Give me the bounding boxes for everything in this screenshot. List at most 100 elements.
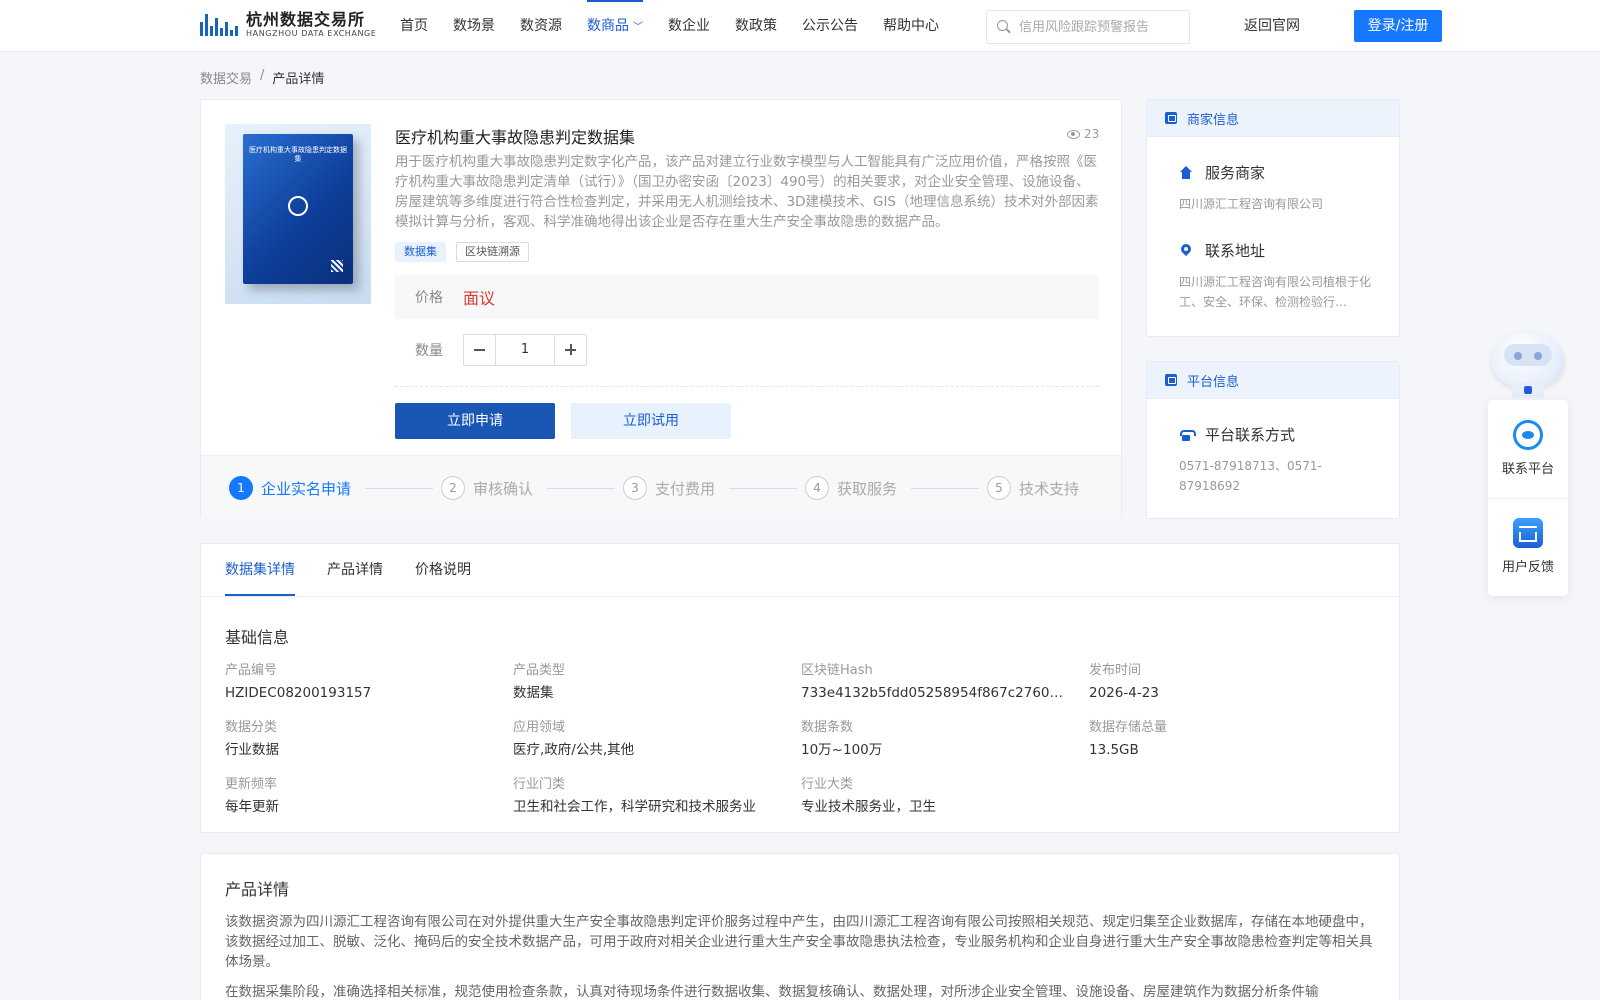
step-1: 1 企业实名申请 [229, 476, 351, 500]
search-box[interactable] [986, 10, 1190, 44]
product-detail-title: 产品详情 [225, 880, 290, 899]
price-value: 面议 [463, 289, 496, 308]
process-steps: 1 企业实名申请 2 审核确认 3 支付费用 4 获取服务 5 技术支持 [201, 455, 1121, 519]
product-cover: 医疗机构重大事故隐患判定数据集 [243, 134, 353, 284]
detail-tabs: 数据集详情 产品详情 价格说明 [225, 544, 503, 596]
tag-blockchain: 区块链溯源 [456, 242, 529, 262]
login-register-button[interactable]: 登录/注册 [1354, 10, 1442, 42]
field-industry-sector: 行业门类 卫生和社会工作，科学研究和技术服务业 [513, 777, 756, 815]
field-storage-size: 数据存储总量 13.5GB [1089, 720, 1168, 758]
step-label: 获取服务 [837, 479, 898, 498]
step-label: 支付费用 [655, 479, 716, 498]
quantity-value[interactable]: 1 [495, 335, 555, 365]
step-connector [911, 488, 979, 489]
step-2: 2 审核确认 [441, 476, 533, 500]
merchant-heading: 商家信息 [1187, 112, 1240, 128]
step-label: 技术支持 [1019, 479, 1080, 498]
basic-info-grid: 产品编号 HZIDEC08200193157 产品类型 数据集 区块链Hash 733… [225, 662, 1377, 818]
platform-contact-value: 0571-87918713、0571-87918692 [1179, 459, 1322, 493]
platform-header: 平台信息 [1147, 362, 1399, 399]
quantity-row: 数量 1 [415, 334, 587, 366]
chevron-down-icon: ﹀ [633, 22, 643, 33]
nav-enterprises[interactable]: 数企业 [668, 0, 710, 52]
service-merchant-title: 服务商家 [1179, 162, 1265, 183]
view-count: 23 [1067, 127, 1099, 141]
main-nav: 首页 数场景 数资源 数商品 ﹀ 数企业 数政策 公示公告 帮助中心 [400, 0, 964, 52]
merchant-card: 商家信息 服务商家 四川源汇工程咨询有限公司 联系地址 四川源汇工程咨询有限公司… [1146, 99, 1400, 337]
tab-product-details[interactable]: 产品详情 [327, 544, 383, 596]
nav-announcements[interactable]: 公示公告 [802, 0, 858, 52]
logo-title: 杭州数据交易所 [246, 10, 366, 29]
top-header: 杭州数据交易所 HANGZHOU DATA EXCHANGE 首页 数场景 数资… [0, 0, 1600, 52]
price-label: 价格 [415, 290, 443, 306]
step-number: 1 [229, 476, 253, 500]
floating-panel: 联系平台 用户反馈 [1488, 400, 1568, 596]
plus-icon[interactable] [555, 335, 586, 365]
breadcrumb-root[interactable]: 数据交易 [200, 68, 252, 87]
service-merchant-label: 服务商家 [1205, 164, 1266, 182]
quantity-stepper: 1 [463, 334, 587, 366]
step-connector [365, 488, 433, 489]
apply-now-button[interactable]: 立即申请 [395, 403, 555, 439]
contact-address-label: 联系地址 [1205, 242, 1266, 260]
field-blockchain-hash: 区块链Hash 733e4132b5fdd05258954f867c27603d8… [801, 663, 1071, 701]
contact-address-title: 联系地址 [1179, 240, 1265, 261]
contact-platform-button[interactable]: 联系平台 [1488, 420, 1568, 477]
product-detail-paragraph: 该数据资源为四川源汇工程咨询有限公司在对外提供重大生产安全事故隐患判定评价服务过… [225, 914, 1373, 970]
step-number: 2 [441, 476, 465, 500]
step-connector [547, 488, 615, 489]
nav-help[interactable]: 帮助中心 [883, 0, 939, 52]
service-merchant-value: 四川源汇工程咨询有限公司 [1179, 197, 1324, 211]
product-title: 医疗机构重大事故隐患判定数据集 [395, 128, 636, 147]
tab-price-notes[interactable]: 价格说明 [415, 544, 471, 596]
minus-icon[interactable] [464, 335, 495, 365]
contact-address-value: 四川源汇工程咨询有限公司植根于化工、安全、环保、检测检验行… [1179, 275, 1372, 309]
view-count-value: 23 [1084, 127, 1100, 141]
headset-icon [1513, 420, 1543, 450]
field-product-id: 产品编号 HZIDEC08200193157 [225, 663, 372, 701]
phone-icon [1179, 428, 1196, 442]
field-product-type: 产品类型 数据集 [513, 663, 566, 701]
merchant-header: 商家信息 [1147, 100, 1399, 137]
breadcrumb: 数据交易 / 产品详情 [200, 68, 324, 87]
step-connector [729, 488, 797, 489]
user-feedback-button[interactable]: 用户反馈 [1488, 518, 1568, 575]
logo-mark-icon [200, 12, 242, 38]
step-number: 4 [805, 476, 829, 500]
nav-resources[interactable]: 数资源 [520, 0, 562, 52]
platform-heading: 平台信息 [1187, 374, 1240, 390]
step-5: 5 技术支持 [987, 476, 1079, 500]
step-label: 审核确认 [473, 479, 534, 498]
quantity-label: 数量 [415, 343, 443, 359]
platform-card: 平台信息 平台联系方式 0571-87918713、0571-87918692 [1146, 361, 1400, 519]
price-row: 价格 面议 [395, 275, 1099, 319]
site-logo[interactable]: 杭州数据交易所 HANGZHOU DATA EXCHANGE [200, 10, 376, 40]
divider [201, 596, 1399, 597]
product-cover-title: 医疗机构重大事故隐患判定数据集 [249, 146, 347, 163]
breadcrumb-current: 产品详情 [272, 72, 325, 87]
step-4: 4 获取服务 [805, 476, 897, 500]
step-3: 3 支付费用 [623, 476, 715, 500]
monitor-icon [1165, 374, 1177, 386]
field-application-domain: 应用领域 医疗,政府/公共,其他 [513, 720, 635, 758]
back-to-official-link[interactable]: 返回官网 [1244, 0, 1300, 52]
step-label: 企业实名申请 [261, 479, 352, 498]
search-input[interactable] [1019, 19, 1179, 35]
assistant-robot-icon[interactable] [1486, 324, 1570, 400]
user-feedback-label: 用户反馈 [1501, 560, 1554, 575]
search-icon[interactable] [997, 20, 1011, 34]
shop-icon [1165, 112, 1177, 124]
dataset-details-card: 数据集详情 产品详情 价格说明 基础信息 产品编号 HZIDEC082001931… [200, 543, 1400, 833]
tab-dataset-details[interactable]: 数据集详情 [225, 544, 295, 596]
logo-subtitle: HANGZHOU DATA EXCHANGE [246, 29, 377, 38]
nav-products[interactable]: 数商品 ﹀ [587, 0, 643, 52]
field-industry-category: 行业大类 专业技术服务业，卫生 [801, 777, 936, 815]
nav-home[interactable]: 首页 [400, 0, 428, 52]
field-data-category: 数据分类 行业数据 [225, 720, 279, 758]
nav-policies[interactable]: 数政策 [735, 0, 777, 52]
try-now-button[interactable]: 立即试用 [571, 403, 731, 439]
eye-icon [1067, 129, 1080, 139]
nav-scenes[interactable]: 数场景 [453, 0, 495, 52]
nav-products-label: 数商品 [587, 18, 629, 34]
platform-contact-label: 平台联系方式 [1205, 426, 1296, 444]
